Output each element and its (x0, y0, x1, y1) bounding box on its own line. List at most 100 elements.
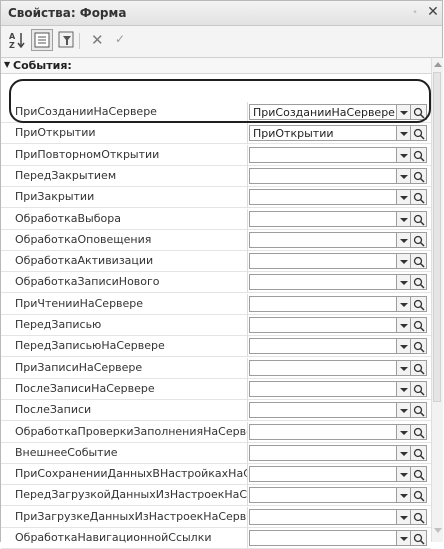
handler-field[interactable] (249, 487, 397, 504)
dropdown-button[interactable] (397, 210, 411, 227)
dropdown-button[interactable] (397, 338, 411, 355)
dropdown-button[interactable] (397, 508, 411, 525)
handler-field[interactable] (249, 338, 397, 355)
open-handler-button[interactable] (411, 189, 427, 206)
dropdown-button[interactable] (397, 253, 411, 270)
event-name: ПослеЗаписиНаСервере (15, 381, 155, 395)
event-row[interactable]: ПриЧтенииНаСервере (1, 293, 431, 315)
dropdown-button[interactable] (397, 125, 411, 142)
event-row[interactable]: ПриЗакрытии (1, 187, 431, 209)
handler-field[interactable] (249, 466, 397, 483)
dropdown-button[interactable] (397, 317, 411, 333)
handler-field[interactable] (249, 423, 397, 440)
handler-field[interactable] (249, 402, 397, 419)
handler-field[interactable] (249, 210, 397, 227)
handler-field[interactable] (249, 146, 397, 163)
handler-field[interactable] (249, 508, 397, 525)
handler-field[interactable] (249, 359, 397, 376)
open-handler-button[interactable] (411, 508, 427, 525)
event-row[interactable]: ПриЗаписиНаСервере (1, 357, 431, 379)
events-group-header[interactable]: ▼ События: (1, 58, 431, 74)
scroll-down-icon[interactable] (434, 528, 442, 533)
scroll-up-icon[interactable] (434, 62, 442, 67)
open-handler-button[interactable] (411, 402, 427, 419)
open-handler-button[interactable] (411, 167, 427, 184)
column-divider (247, 293, 248, 315)
open-handler-button[interactable] (411, 444, 427, 461)
close-icon[interactable]: ✕ (426, 4, 440, 20)
dropdown-button[interactable] (397, 402, 411, 419)
event-row[interactable]: ОбработкаЗаписиНового (1, 272, 431, 294)
collapse-arrow-icon[interactable]: ▼ (4, 60, 10, 69)
handler-field[interactable]: ПриОткрытии (249, 125, 397, 142)
open-handler-button[interactable] (411, 210, 427, 227)
dropdown-button[interactable] (397, 146, 411, 163)
categorized-view-button[interactable] (31, 29, 53, 51)
event-row[interactable]: ПриПовторномОткрытии (1, 144, 431, 166)
open-handler-button[interactable] (411, 274, 427, 291)
scrollbar-thumb[interactable] (433, 72, 441, 402)
handler-field[interactable] (249, 274, 397, 291)
open-handler-button[interactable] (411, 423, 427, 440)
pin-icon[interactable]: • (410, 7, 420, 19)
event-row[interactable]: ВнешнееСобытие (1, 442, 431, 464)
event-row[interactable]: ПослеЗаписи (1, 400, 431, 422)
open-handler-button[interactable] (411, 380, 427, 397)
dropdown-button[interactable] (397, 231, 411, 248)
dropdown-button[interactable] (397, 295, 411, 312)
event-row[interactable]: ПриЗагрузкеДанныхИзНастроекНаСерв (1, 506, 431, 528)
event-row[interactable]: ОбработкаПроверкиЗаполненияНаСерве (1, 421, 431, 443)
dropdown-button[interactable] (397, 274, 411, 291)
event-row[interactable]: ПередЗагрузкойДанныхИзНастроекНаС (1, 485, 431, 507)
dropdown-button[interactable] (397, 189, 411, 206)
sort-alphabetical-icon[interactable]: A Z (7, 30, 27, 50)
dropdown-button[interactable] (397, 466, 411, 483)
event-row[interactable]: ПослеЗаписиНаСервере (1, 378, 431, 400)
open-handler-button[interactable] (411, 295, 427, 312)
open-handler-button[interactable] (411, 146, 427, 163)
handler-field[interactable] (249, 253, 397, 270)
event-row[interactable]: ПриСозданииНаСервере ПриСозданииНаСервере (1, 102, 431, 123)
dropdown-button[interactable] (397, 167, 411, 184)
open-handler-button[interactable] (411, 104, 427, 120)
dropdown-button[interactable] (397, 104, 411, 120)
dropdown-button[interactable] (397, 423, 411, 440)
open-handler-button[interactable] (411, 338, 427, 355)
filter-icon[interactable] (57, 30, 77, 50)
dropdown-button[interactable] (397, 359, 411, 376)
event-row[interactable]: ПриОткрытии ПриОткрытии (1, 123, 431, 145)
confirm-icon[interactable]: ✓ (115, 32, 125, 46)
handler-field[interactable] (249, 167, 397, 184)
event-row[interactable]: ОбработкаОповещения (1, 229, 431, 251)
vertical-scrollbar[interactable] (431, 58, 443, 542)
handler-field[interactable] (249, 530, 397, 546)
handler-field[interactable] (249, 231, 397, 248)
event-row[interactable]: ПриСохраненииДанныхВНастройкахНаС (1, 464, 431, 486)
event-row[interactable]: ОбработкаАктивизации (1, 251, 431, 273)
dropdown-button[interactable] (397, 487, 411, 504)
open-handler-button[interactable] (411, 487, 427, 504)
handler-field[interactable]: ПриСозданииНаСервере (249, 104, 397, 120)
open-handler-button[interactable] (411, 317, 427, 333)
dropdown-button[interactable] (397, 380, 411, 397)
dropdown-button[interactable] (397, 530, 411, 546)
open-handler-button[interactable] (411, 466, 427, 483)
open-handler-button[interactable] (411, 253, 427, 270)
handler-field[interactable] (249, 295, 397, 312)
handler-field[interactable] (249, 444, 397, 461)
dropdown-button[interactable] (397, 444, 411, 461)
event-row[interactable]: ПередЗаписью (1, 315, 431, 336)
open-handler-button[interactable] (411, 231, 427, 248)
event-row[interactable]: ОбработкаВыбора (1, 208, 431, 230)
handler-field[interactable] (249, 380, 397, 397)
handler-field[interactable] (249, 189, 397, 206)
cancel-icon[interactable]: ✕ (91, 31, 104, 49)
magnifier-icon (413, 320, 425, 332)
event-row[interactable]: ПередЗаписьюНаСервере (1, 336, 431, 358)
open-handler-button[interactable] (411, 530, 427, 546)
event-row[interactable]: ОбработкаНавигационнойСсылки (1, 528, 431, 549)
event-row[interactable]: ПередЗакрытием (1, 165, 431, 187)
handler-field[interactable] (249, 317, 397, 333)
open-handler-button[interactable] (411, 359, 427, 376)
open-handler-button[interactable] (411, 125, 427, 142)
